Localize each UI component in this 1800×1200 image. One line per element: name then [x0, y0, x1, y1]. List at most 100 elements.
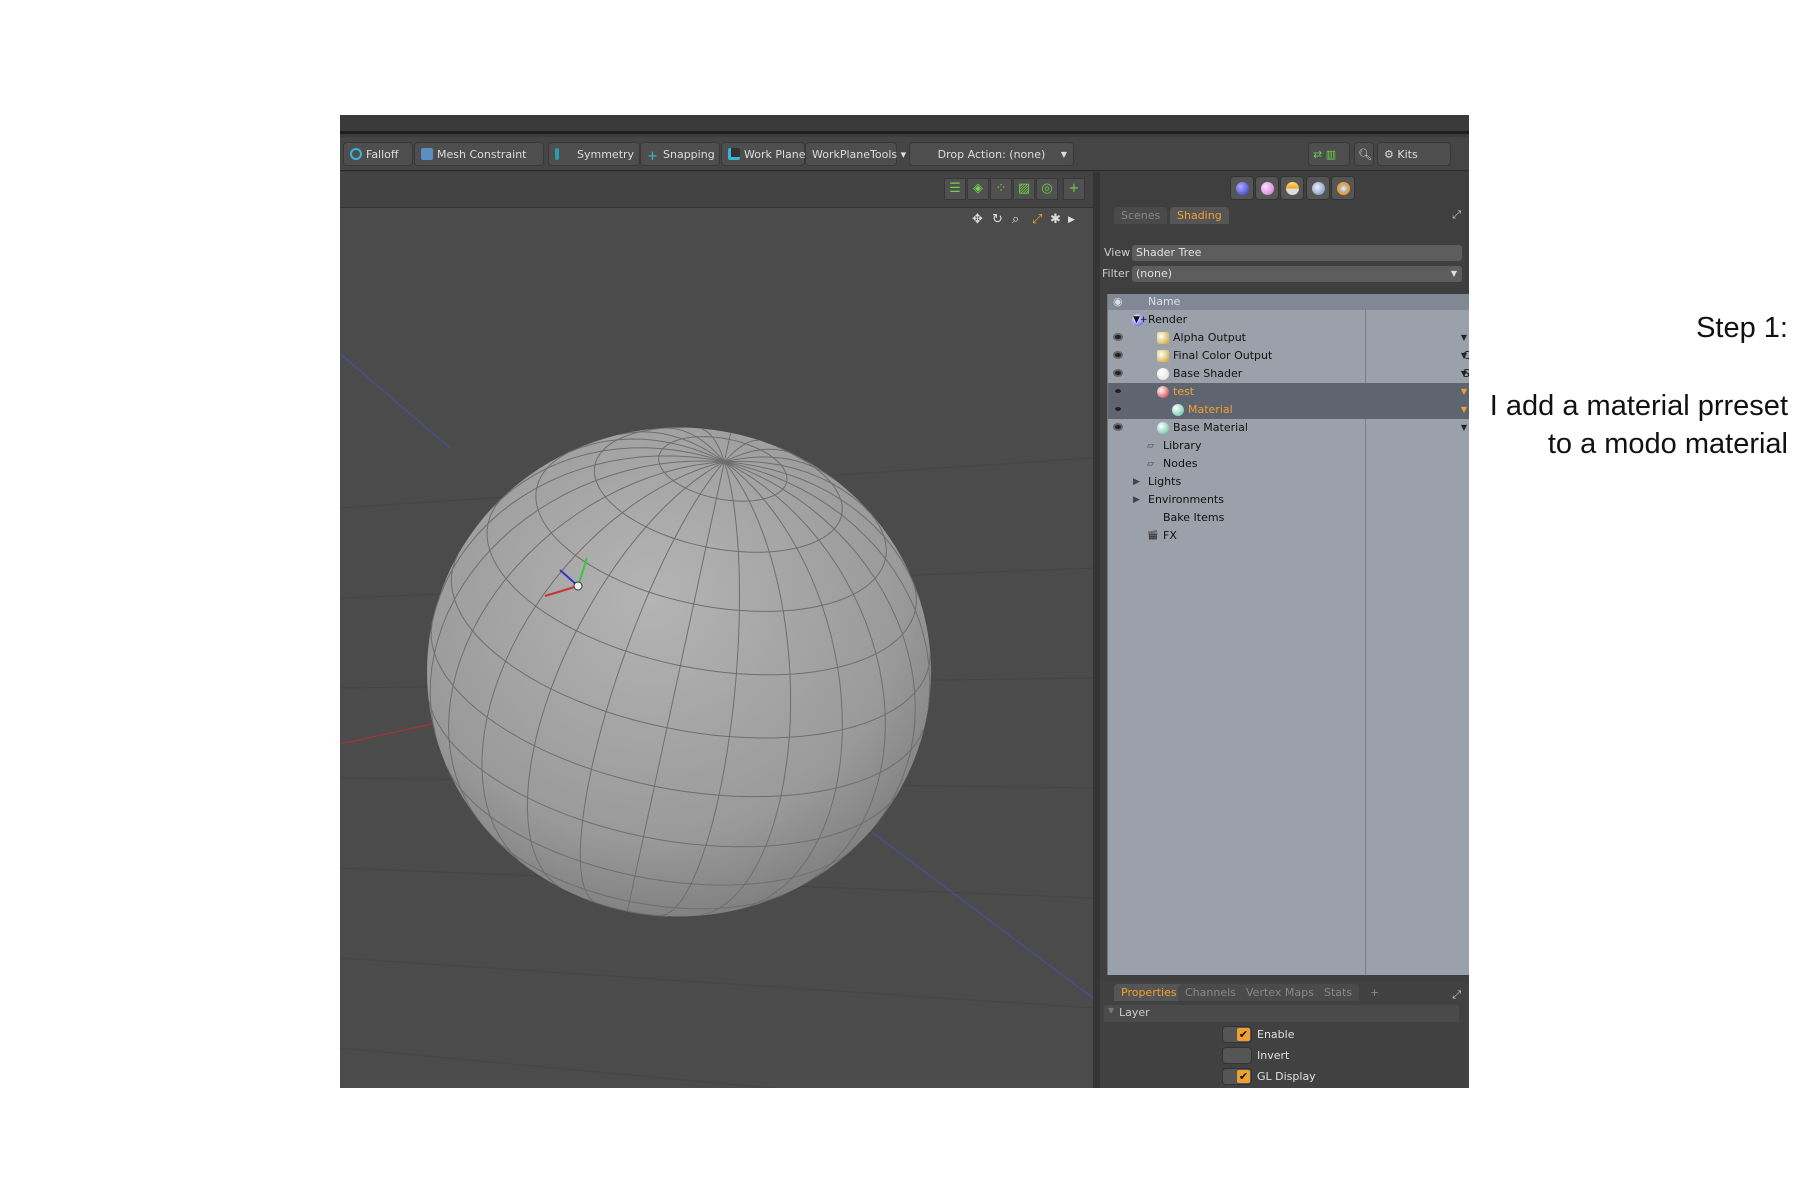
tree-item-name: Alpha Output: [1173, 331, 1246, 344]
fit-view-icon[interactable]: ⤢: [1032, 212, 1042, 227]
expand-icon[interactable]: ⤢: [1452, 208, 1461, 222]
search-tool-button[interactable]: 🔍︎: [1354, 142, 1374, 166]
layout-toggle-button[interactable]: ⇄ ▥: [1308, 142, 1350, 166]
drop-action-dropdown[interactable]: Drop Action: (none) ▼: [909, 142, 1074, 166]
vertices-icon[interactable]: ⁘: [990, 178, 1012, 200]
visibility-eye-icon[interactable]: [1113, 369, 1123, 377]
tree-row[interactable]: Final Color OutputColor▼: [1108, 347, 1469, 365]
add-shader-icon[interactable]: [1280, 176, 1304, 200]
settings-icon[interactable]: ✱: [1050, 212, 1061, 227]
tree-item-name: Lights: [1148, 475, 1182, 488]
chevron-down-icon[interactable]: ▼: [1461, 401, 1467, 419]
gizmo-center: [573, 581, 583, 591]
image-icon[interactable]: ▨: [1013, 178, 1035, 200]
snapping-label: Snapping: [663, 148, 715, 161]
annotation-line-2: to a modo material: [1547, 428, 1788, 460]
tab-shading[interactable]: Shading: [1170, 207, 1229, 224]
snapping-button[interactable]: + Snapping: [640, 142, 720, 166]
checkbox-gl-display[interactable]: ✔: [1222, 1068, 1252, 1085]
move-view-icon[interactable]: ✥: [972, 212, 983, 227]
work-plane-tools-label: WorkPlaneTools ▾: [812, 148, 907, 161]
work-plane-tools-dropdown[interactable]: WorkPlaneTools ▾: [805, 142, 906, 166]
layer-section-header[interactable]: ▼ Layer: [1104, 1005, 1459, 1022]
filter-value: (none): [1136, 267, 1173, 280]
tree-row[interactable]: Alpha Output ▼: [1108, 329, 1469, 347]
mesh-constraint-button[interactable]: Mesh Constraint: [414, 142, 544, 166]
add-pink-material-icon[interactable]: [1255, 176, 1279, 200]
tree-row[interactable]: Material ▼: [1108, 401, 1469, 419]
add-layer-icon[interactable]: [1306, 176, 1330, 200]
material-group-icon: [1157, 386, 1169, 398]
swap-icon: ⇄ ▥: [1313, 148, 1337, 161]
rotate-view-icon[interactable]: ↻: [992, 212, 1003, 227]
tab-channels[interactable]: Channels: [1178, 984, 1243, 1001]
add-icon[interactable]: +: [1063, 178, 1085, 200]
list-icon[interactable]: ☰: [944, 178, 966, 200]
filter-label: Filter: [1102, 267, 1130, 280]
work-plane-button[interactable]: Work Plane: [721, 142, 806, 166]
group-icon[interactable]: [1331, 176, 1355, 200]
y-axis-line: [340, 353, 451, 449]
tree-row[interactable]: test ▼: [1108, 383, 1469, 401]
tree-row[interactable]: 🎬︎ FX: [1108, 527, 1469, 545]
chevron-down-icon[interactable]: ▼: [1461, 419, 1467, 437]
tab-scenes[interactable]: Scenes: [1114, 207, 1168, 224]
visibility-eye-icon[interactable]: [1113, 405, 1123, 413]
nodes-icon[interactable]: ◎: [1036, 178, 1058, 200]
expand-arrow-icon[interactable]: ▶: [1133, 491, 1140, 509]
layers-icon[interactable]: ◈: [967, 178, 989, 200]
zoom-view-icon[interactable]: ⌕: [1012, 212, 1019, 227]
checkbox-invert[interactable]: [1222, 1047, 1252, 1064]
collapse-icon: ▼: [1108, 1006, 1115, 1015]
folder-icon: ▱: [1147, 459, 1154, 469]
collapse-arrow-icon[interactable]: ▼+: [1133, 311, 1147, 329]
tab-vertex-maps[interactable]: Vertex Maps: [1239, 984, 1321, 1001]
symmetry-label: Symmetry: [577, 148, 635, 161]
visibility-eye-icon[interactable]: [1113, 333, 1123, 341]
kits-button[interactable]: ⚙ Kits: [1377, 142, 1451, 166]
output-icon: [1157, 350, 1169, 362]
tab-properties[interactable]: Properties: [1114, 984, 1184, 1001]
tree-row[interactable]: ▶ Lights: [1108, 473, 1469, 491]
snapping-icon: +: [647, 149, 658, 164]
sphere-scene: [340, 353, 1094, 1088]
tree-row[interactable]: Base ShaderShading▼: [1108, 365, 1469, 383]
tree-row[interactable]: Base Material ▼: [1108, 419, 1469, 437]
tab-stats[interactable]: Stats: [1317, 984, 1360, 1001]
expand-icon[interactable]: ⤢: [1452, 988, 1461, 1002]
add-material-icon[interactable]: [1230, 176, 1254, 200]
shader-tree[interactable]: ◉ Name ▼+ Render Alpha Output ▼ Final Color …: [1107, 294, 1469, 975]
tree-item-name: test: [1173, 385, 1195, 398]
tree-item-name: Base Material: [1173, 421, 1248, 434]
tab--[interactable]: +: [1363, 984, 1386, 1001]
visibility-eye-icon[interactable]: [1113, 387, 1123, 395]
3d-viewport[interactable]: ✥ ↻ ⌕ ⤢ ✱ ▶: [340, 208, 1094, 1088]
name-column-header: Name: [1148, 295, 1181, 308]
tree-row[interactable]: ▶ Environments: [1108, 491, 1469, 509]
chevron-down-icon[interactable]: ▼: [1461, 365, 1467, 383]
checkbox-enable[interactable]: ✔: [1222, 1026, 1252, 1043]
tree-header: ◉ Name: [1108, 294, 1469, 310]
chevron-down-icon[interactable]: ▼: [1461, 329, 1467, 347]
title-strip: [340, 115, 1469, 134]
falloff-label: Falloff: [366, 148, 399, 161]
tree-row[interactable]: Bake Items: [1108, 509, 1469, 527]
view-dropdown[interactable]: Shader Tree: [1132, 245, 1462, 261]
checkbox-label: Enable: [1257, 1028, 1295, 1041]
output-icon: [1157, 332, 1169, 344]
visibility-eye-icon[interactable]: [1113, 351, 1123, 359]
expand-arrow-icon[interactable]: ▶: [1133, 473, 1140, 491]
clapper-icon: 🎬︎: [1147, 531, 1159, 541]
filter-dropdown[interactable]: (none) ▼: [1132, 266, 1462, 282]
visibility-eye-icon[interactable]: [1113, 423, 1123, 431]
chevron-down-icon[interactable]: ▼: [1461, 347, 1467, 365]
falloff-button[interactable]: Falloff: [343, 142, 413, 166]
chevron-right-icon[interactable]: ▶: [1068, 215, 1075, 225]
properties-panel: Properties Channels Vertex Maps Stats + ⤢ ▼ …: [1100, 982, 1469, 1088]
tree-row[interactable]: ▱ Nodes: [1108, 455, 1469, 473]
tree-row[interactable]: ▱ Library: [1108, 437, 1469, 455]
mesh-constraint-label: Mesh Constraint: [437, 148, 527, 161]
tree-row[interactable]: ▼+ Render: [1108, 311, 1469, 329]
symmetry-button[interactable]: Symmetry: [548, 142, 640, 166]
chevron-down-icon[interactable]: ▼: [1461, 383, 1467, 401]
